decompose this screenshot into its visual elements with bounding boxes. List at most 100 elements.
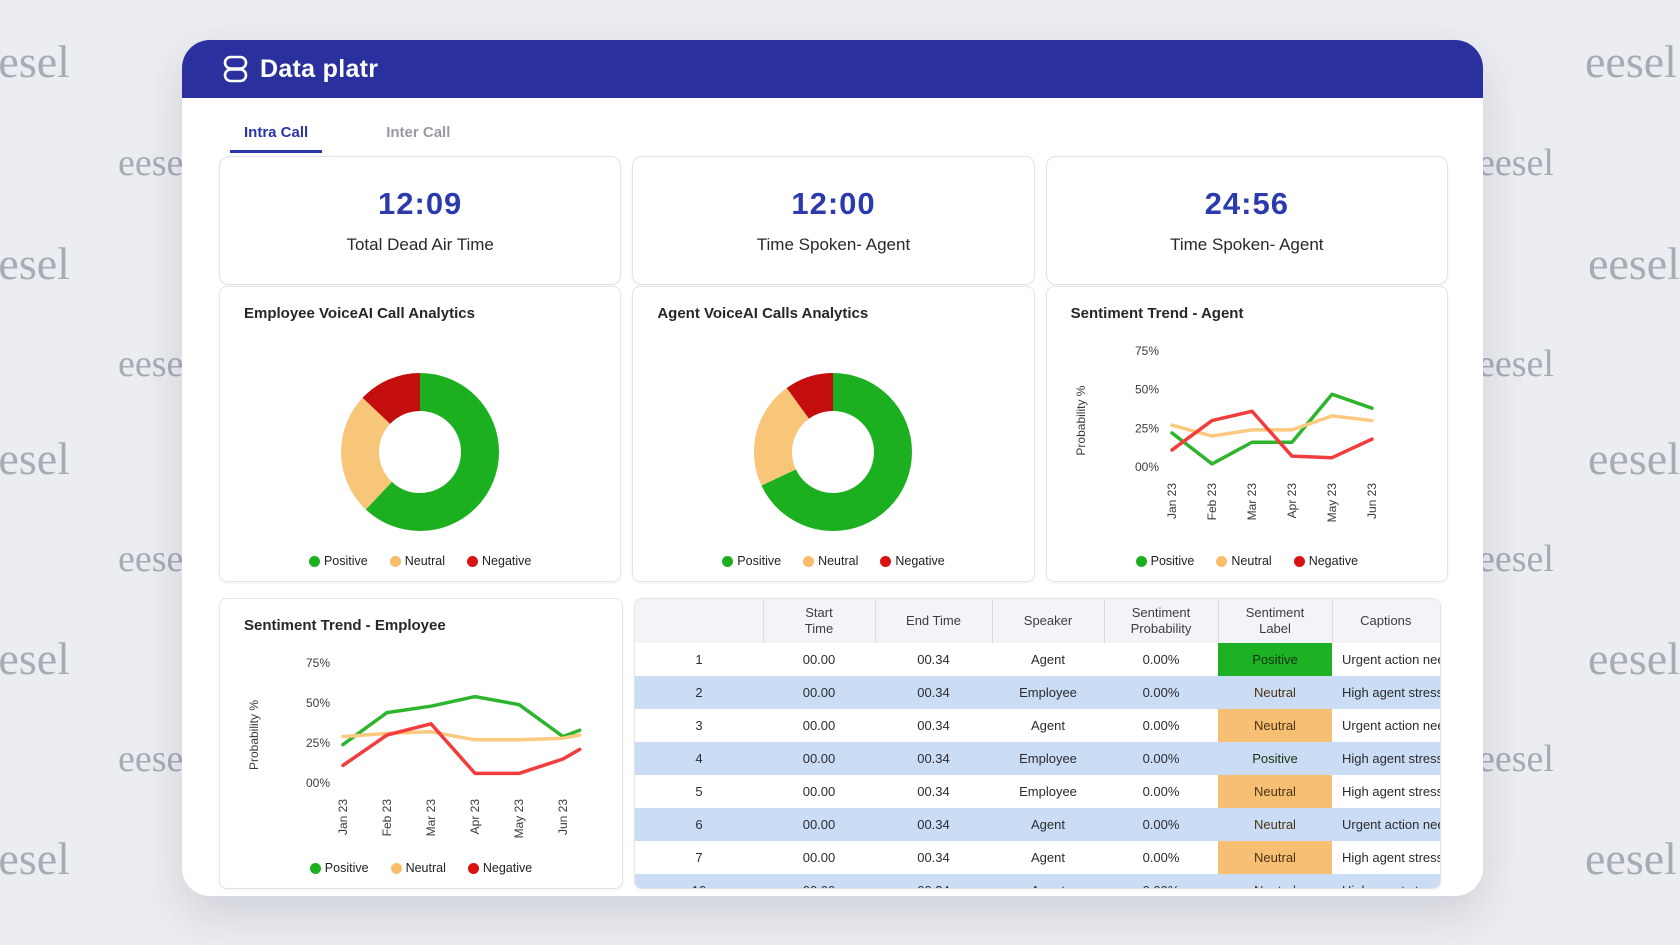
sentiment-trend-employee-card: Sentiment Trend - Employee 00%25%50%75%P… [219, 598, 623, 889]
legend-item-neutral[interactable]: Neutral [390, 554, 445, 568]
table-row[interactable]: 200.0000.34Employee0.00%NeutralHigh agen… [635, 676, 1440, 709]
cell-caption: High agent stress lev [1332, 742, 1440, 775]
legend-dot [309, 556, 320, 567]
cell-caption: Urgent action needed [1332, 808, 1440, 841]
chart-title: Sentiment Trend - Agent [1071, 305, 1244, 322]
kpi-label: Time Spoken- Agent [757, 235, 910, 255]
table-row[interactable]: 1000.0000.34Agent0.00%NeutralHigh agent … [635, 874, 1440, 889]
table-row[interactable]: 300.0000.34Agent0.00%NeutralUrgent actio… [635, 709, 1440, 742]
cell-sentiment-label: Neutral [1218, 709, 1332, 742]
legend-item-positive[interactable]: Positive [310, 861, 369, 875]
cell-index: 10 [635, 874, 763, 889]
cell-sentiment-label: Neutral [1218, 808, 1332, 841]
cell-sentiment-label: Neutral [1218, 775, 1332, 808]
cell-speaker: Agent [992, 709, 1104, 742]
col-header-sentiment-probability: SentimentProbability [1104, 599, 1218, 643]
cell-speaker: Agent [992, 643, 1104, 676]
legend-item-positive[interactable]: Positive [722, 554, 781, 568]
legend-item-negative[interactable]: Negative [880, 554, 944, 568]
cell-start-time: 00.00 [763, 874, 875, 889]
cell-sentiment-probability: 0.00% [1104, 742, 1218, 775]
chart-title: Agent VoiceAI Calls Analytics [657, 305, 868, 322]
table-row[interactable]: 500.0000.34Employee0.00%NeutralHigh agen… [635, 775, 1440, 808]
cell-caption: High agent stress lev [1332, 874, 1440, 889]
legend-item-positive[interactable]: Positive [309, 554, 368, 568]
x-tick-label: Jun 23 [556, 799, 570, 835]
cell-index: 6 [635, 808, 763, 841]
table-header-row: StartTimeEnd TimeSpeakerSentimentProbabi… [635, 599, 1440, 643]
legend-item-negative[interactable]: Negative [467, 554, 531, 568]
employee-donut-card: Employee VoiceAI Call Analytics Positive… [219, 286, 621, 582]
x-tick-label: Feb 23 [380, 799, 394, 837]
legend-label: Positive [325, 861, 369, 875]
line-series-neutral [343, 732, 580, 740]
cell-sentiment-label: Neutral [1218, 676, 1332, 709]
kpi-card-time-spoken-agent-1: 12:00 Time Spoken- Agent [632, 156, 1034, 285]
watermark-text: eesel [1478, 342, 1554, 386]
tab-inter-call[interactable]: Inter Call [372, 124, 464, 153]
legend-dot [1136, 556, 1147, 567]
legend-label: Positive [1151, 554, 1195, 568]
chart-title: Sentiment Trend - Employee [244, 617, 446, 634]
y-tick-label: 50% [1135, 383, 1159, 397]
x-tick-label: Mar 23 [1245, 483, 1259, 521]
y-axis-label: Probability % [1074, 385, 1088, 455]
legend-label: Positive [737, 554, 781, 568]
watermark-text: eesel [1585, 832, 1677, 885]
table-row[interactable]: 700.0000.34Agent0.00%NeutralHigh agent s… [635, 841, 1440, 874]
legend-label: Negative [1309, 554, 1358, 568]
cell-end-time: 00.34 [875, 742, 992, 775]
col-header-sentiment-label: SentimentLabel [1218, 599, 1332, 643]
x-tick-label: May 23 [1325, 483, 1339, 523]
legend-item-positive[interactable]: Positive [1136, 554, 1195, 568]
sentiment-trend-employee-chart: 00%25%50%75%Probability %Jan 23Feb 23Mar… [220, 647, 622, 887]
watermark-text: eesel [1588, 432, 1680, 485]
table-row[interactable]: 100.0000.34Agent0.00%PositiveUrgent acti… [635, 643, 1440, 676]
cell-caption: Urgent action needed [1332, 709, 1440, 742]
watermark-text: eesel [0, 432, 70, 485]
cell-end-time: 00.34 [875, 874, 992, 889]
kpi-label: Time Spoken- Agent [1170, 235, 1323, 255]
chart-legend: Positive Neutral Negative [633, 554, 1033, 568]
kpi-value: 12:00 [791, 186, 875, 222]
table-row[interactable]: 400.0000.34Employee0.00%PositiveHigh age… [635, 742, 1440, 775]
legend-dot [803, 556, 814, 567]
cell-sentiment-label: Positive [1218, 643, 1332, 676]
y-tick-label: 75% [306, 656, 330, 670]
legend-item-neutral[interactable]: Neutral [391, 861, 446, 875]
tab-intra-call[interactable]: Intra Call [230, 124, 322, 153]
watermark-text: eesel [1588, 632, 1680, 685]
cell-caption: High agent stress lev [1332, 841, 1440, 874]
app-title: Data platr [260, 55, 378, 84]
cell-caption: Urgent action needed [1332, 643, 1440, 676]
kpi-label: Total Dead Air Time [346, 235, 493, 255]
legend-item-negative[interactable]: Negative [1294, 554, 1358, 568]
cell-speaker: Agent [992, 841, 1104, 874]
cell-caption: High agent stress lev [1332, 676, 1440, 709]
legend-label: Negative [482, 554, 531, 568]
cell-index: 5 [635, 775, 763, 808]
legend-label: Positive [324, 554, 368, 568]
col-header-captions: Captions [1332, 599, 1440, 643]
legend-label: Neutral [405, 554, 445, 568]
cell-index: 4 [635, 742, 763, 775]
charts-row: Employee VoiceAI Call Analytics Positive… [219, 286, 1448, 582]
legend-item-negative[interactable]: Negative [468, 861, 532, 875]
legend-label: Neutral [1231, 554, 1271, 568]
legend-item-neutral[interactable]: Neutral [803, 554, 858, 568]
calls-table-card: StartTimeEnd TimeSpeakerSentimentProbabi… [634, 598, 1441, 889]
line-series-negative [343, 724, 580, 774]
legend-dot [467, 556, 478, 567]
cell-start-time: 00.00 [763, 676, 875, 709]
x-tick-label: Jun 23 [1365, 483, 1379, 519]
kpi-value: 12:09 [378, 186, 462, 222]
chart-legend: Positive Neutral Negative [1047, 554, 1447, 568]
agent-donut-chart [738, 357, 928, 547]
chart-title: Employee VoiceAI Call Analytics [244, 305, 475, 322]
legend-dot [722, 556, 733, 567]
legend-item-neutral[interactable]: Neutral [1216, 554, 1271, 568]
legend-label: Negative [483, 861, 532, 875]
legend-dot [310, 863, 321, 874]
cell-sentiment-probability: 0.00% [1104, 676, 1218, 709]
table-row[interactable]: 600.0000.34Agent0.00%NeutralUrgent actio… [635, 808, 1440, 841]
